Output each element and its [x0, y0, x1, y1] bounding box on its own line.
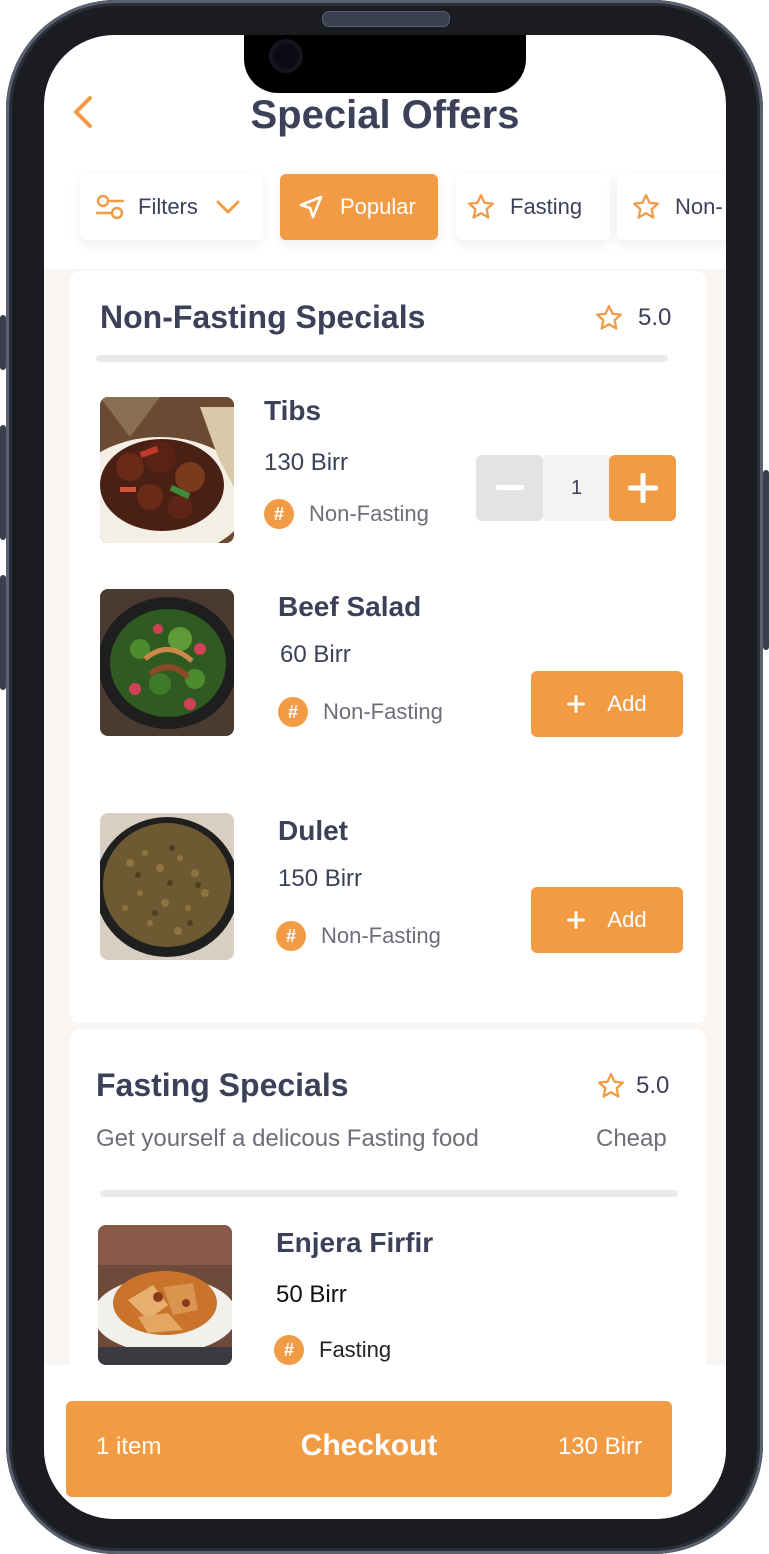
food-image-beef-salad [100, 589, 234, 736]
food-price: 50 Birr [276, 1281, 347, 1308]
food-price: 60 Birr [280, 641, 351, 668]
food-name: Tibs [264, 395, 322, 426]
star-icon [633, 194, 659, 219]
food-tag: # Fasting [274, 1335, 391, 1365]
speaker-grille [322, 11, 450, 27]
chevron-down-icon [216, 200, 240, 214]
checkout-button[interactable]: 1 item Checkout 130 Birr [66, 1401, 672, 1497]
chip-label: Fasting [510, 194, 583, 219]
food-price: 150 Birr [278, 865, 363, 892]
hashtag-icon: # [264, 499, 294, 529]
food-price: 130 Birr [264, 449, 349, 476]
chip-label: Filters [138, 194, 198, 219]
food-image-dulet [100, 813, 234, 960]
chip-non-fasting[interactable]: Non- [617, 174, 726, 240]
hashtag-icon: # [276, 921, 306, 951]
decrement-button[interactable] [476, 455, 543, 521]
chip-popular[interactable]: Popular [280, 174, 438, 240]
chip-filters[interactable]: Filters [80, 174, 262, 240]
app-screen: Special Offers Filters Popular Fasting N… [44, 35, 726, 1519]
food-name: Dulet [278, 815, 348, 846]
navigation-arrow-icon [299, 195, 323, 219]
power-button [763, 470, 769, 650]
food-image-enjera-firfir [98, 1225, 232, 1365]
hashtag-icon: # [274, 1335, 304, 1365]
food-tag: # Non-Fasting [278, 697, 443, 727]
food-image-tibs [100, 397, 234, 543]
sliders-icon [96, 194, 124, 220]
food-name: Beef Salad [278, 591, 422, 622]
tag-label: Non-Fasting [309, 501, 429, 526]
volume-down-button [0, 575, 6, 690]
plus-icon [567, 911, 586, 929]
section-divider [100, 1190, 678, 1197]
quantity-value: 1 [543, 455, 610, 521]
section-rating: 5.0 [594, 303, 671, 333]
mute-switch [0, 315, 6, 370]
star-icon [468, 194, 494, 219]
tag-label: Non-Fasting [321, 923, 441, 948]
food-name: Enjera Firfir [276, 1227, 434, 1258]
plus-icon [627, 473, 658, 503]
tag-label: Non-Fasting [323, 699, 443, 724]
section-rating: 5.0 [596, 1071, 669, 1101]
chip-label: Popular [340, 194, 416, 219]
section-divider [96, 355, 668, 362]
hashtag-icon: # [278, 697, 308, 727]
section-title: Non-Fasting Specials [100, 299, 426, 335]
add-button[interactable]: Add [531, 671, 683, 737]
page-title: Special Offers [250, 93, 520, 137]
chip-label: Non- [675, 194, 723, 219]
chip-fasting[interactable]: Fasting [456, 174, 610, 240]
add-button[interactable]: Add [531, 887, 683, 953]
food-tag: # Non-Fasting [264, 499, 429, 529]
add-label: Add [607, 691, 647, 716]
tag-label: Fasting [319, 1337, 392, 1362]
star-icon [596, 305, 622, 330]
volume-up-button [0, 425, 6, 540]
star-icon [598, 1073, 624, 1098]
rating-value: 5.0 [638, 304, 672, 331]
plus-icon [567, 695, 586, 713]
food-tag: # Non-Fasting [276, 921, 441, 951]
section-subtitle: Get yourself a delicous Fasting food [96, 1125, 479, 1152]
quantity-stepper: 1 [476, 455, 676, 521]
section-title: Fasting Specials [96, 1067, 349, 1103]
notch [244, 35, 526, 93]
price-level: Cheap [596, 1125, 667, 1152]
rating-value: 5.0 [636, 1072, 670, 1099]
filter-chip-row: Filters Popular Fasting Non- [80, 174, 726, 244]
increment-button[interactable] [609, 455, 676, 521]
minus-icon [495, 485, 524, 490]
front-camera [269, 39, 303, 73]
cart-total: 130 Birr [557, 1433, 642, 1460]
add-label: Add [607, 907, 647, 932]
